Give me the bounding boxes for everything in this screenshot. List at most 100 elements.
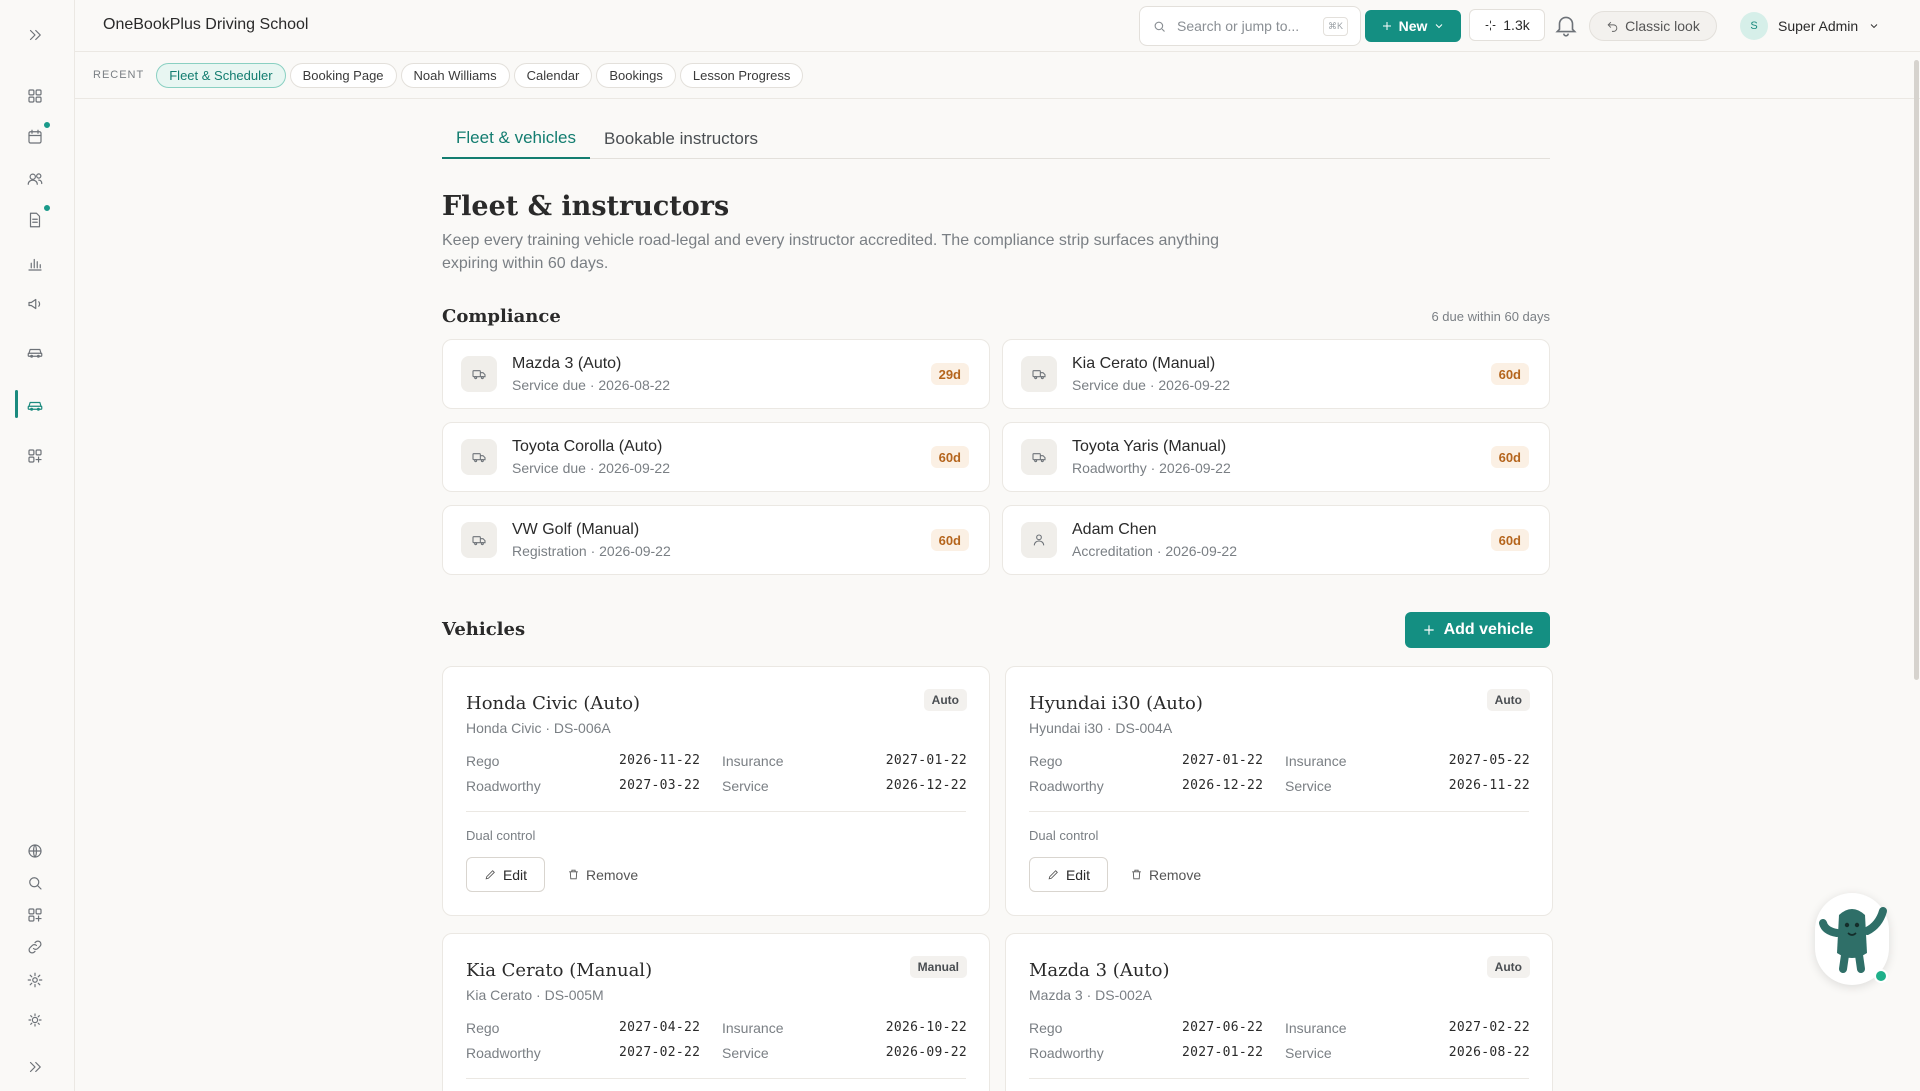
theme-icon[interactable]: [22, 1007, 48, 1033]
page-title: Fleet & instructors: [442, 191, 730, 222]
calendar-icon[interactable]: [22, 121, 51, 150]
insurance-label: Insurance: [1285, 753, 1347, 769]
recent-chip[interactable]: Lesson Progress: [679, 62, 804, 88]
vehicle-feature: Dual control: [1029, 828, 1099, 843]
remove-label: Remove: [586, 866, 639, 883]
rego-label: Rego: [466, 753, 500, 769]
chevron-down-icon: [1870, 24, 1878, 29]
recent-chip[interactable]: Booking Page: [289, 62, 397, 88]
user-name: Super Admin: [1778, 18, 1859, 34]
top-header: OneBookPlus Driving School Search or jum…: [75, 0, 1920, 52]
compliance-name: Toyota Corolla (Auto): [512, 438, 663, 455]
active-indicator: [15, 390, 18, 418]
compliance-card[interactable]: Toyota Yaris (Manual) Roadworthy · 2026-…: [1002, 422, 1550, 492]
edit-button[interactable]: Edit: [1029, 857, 1108, 892]
shortcut-hint: ⌘K: [1322, 17, 1348, 36]
transmission-badge: Auto: [1486, 689, 1530, 711]
scroll-thumb[interactable]: [1914, 60, 1919, 680]
sidebar: [0, 0, 75, 1091]
vehicle-name: Kia Cerato (Manual): [466, 960, 653, 981]
fleet-icon[interactable]: [22, 391, 48, 417]
compliance-sub: Roadworthy · 2026-09-22: [1072, 460, 1231, 476]
apps-icon[interactable]: [22, 902, 48, 928]
service-label: Service: [722, 1045, 769, 1061]
vehicle-name: Mazda 3 (Auto): [1029, 960, 1170, 981]
car-icon[interactable]: [22, 338, 48, 364]
user-menu[interactable]: S Super Admin: [1740, 12, 1880, 40]
insurance-value: 2027-02-22: [1448, 1020, 1530, 1035]
search-icon[interactable]: [22, 870, 48, 896]
insurance-value: 2026-10-22: [885, 1020, 967, 1035]
service-value: 2026-08-22: [1448, 1045, 1530, 1060]
add-vehicle-button[interactable]: Add vehicle: [1405, 612, 1550, 648]
recent-chip[interactable]: Noah Williams: [400, 62, 510, 88]
vehicle-card: Honda Civic (Auto) Honda Civic · DS-006A…: [442, 666, 990, 916]
vehicle-name: Hyundai i30 (Auto): [1029, 693, 1203, 714]
remove-button[interactable]: Remove: [1130, 857, 1201, 892]
credits-button[interactable]: 1.3k: [1469, 9, 1545, 41]
rego-value: 2027-01-22: [1182, 753, 1264, 768]
new-button[interactable]: New: [1365, 10, 1461, 42]
truck-icon: [1021, 356, 1057, 392]
tab-bookable-instructors[interactable]: Bookable instructors: [590, 119, 772, 159]
chevron-down-icon: [1436, 24, 1443, 29]
truck-icon: [461, 522, 497, 558]
recent-chip[interactable]: Fleet & Scheduler: [156, 62, 286, 88]
add-vehicle-label: Add vehicle: [1443, 621, 1534, 638]
settings-icon[interactable]: [22, 967, 48, 993]
service-value: 2026-11-22: [1448, 778, 1530, 793]
roadworthy-label: Roadworthy: [466, 778, 541, 794]
compliance-card[interactable]: Toyota Corolla (Auto) Service due · 2026…: [442, 422, 990, 492]
compliance-card[interactable]: VW Golf (Manual) Registration · 2026-09-…: [442, 505, 990, 575]
users-icon[interactable]: [22, 166, 48, 192]
transmission-badge: Manual: [909, 956, 967, 978]
undo-icon: [1607, 21, 1618, 32]
globe-icon[interactable]: [22, 838, 48, 864]
vehicle-card: Mazda 3 (Auto) Mazda 3 · DS-002A Auto Re…: [1005, 933, 1553, 1091]
recent-chip[interactable]: Calendar: [513, 62, 593, 88]
edit-label: Edit: [502, 866, 528, 883]
classic-look-button[interactable]: Classic look: [1589, 11, 1717, 41]
service-label: Service: [1285, 1045, 1332, 1061]
insurance-value: 2027-05-22: [1448, 753, 1530, 768]
scrollbar[interactable]: [1912, 52, 1920, 1091]
vehicle-model-plate: Honda Civic · DS-006A: [466, 720, 611, 736]
compliance-sub: Service due · 2026-08-22: [512, 377, 670, 393]
megaphone-icon[interactable]: [22, 291, 48, 317]
vehicle-model-plate: Kia Cerato · DS-005M: [466, 987, 604, 1003]
avatar: S: [1740, 12, 1768, 40]
search-placeholder: Search or jump to...: [1177, 18, 1300, 34]
service-label: Service: [722, 778, 769, 794]
chart-icon[interactable]: [22, 251, 48, 277]
compliance-name: Toyota Yaris (Manual): [1072, 438, 1227, 455]
due-badge: 60d: [930, 446, 969, 468]
document-icon[interactable]: [22, 204, 51, 233]
collapse-icon[interactable]: [22, 1054, 48, 1080]
tab-fleet-vehicles[interactable]: Fleet & vehicles: [442, 119, 590, 159]
truck-icon: [461, 356, 497, 392]
due-badge: 60d: [1490, 446, 1529, 468]
search-input[interactable]: Search or jump to... ⌘K: [1139, 6, 1361, 46]
tab-bar: Fleet & vehicles Bookable instructors: [442, 119, 1550, 159]
apps-add-icon[interactable]: [22, 443, 48, 469]
sparkle-icon: [1485, 20, 1496, 30]
due-badge: 60d: [1490, 363, 1529, 385]
rego-label: Rego: [1029, 753, 1063, 769]
edit-button[interactable]: Edit: [466, 857, 545, 892]
bell-icon[interactable]: [1553, 12, 1581, 40]
new-button-label: New: [1398, 18, 1428, 34]
link-icon[interactable]: [22, 934, 48, 960]
expand-icon[interactable]: [22, 22, 48, 48]
plus-icon: [1382, 22, 1391, 30]
insurance-label: Insurance: [722, 1020, 784, 1036]
compliance-card[interactable]: Kia Cerato (Manual) Service due · 2026-0…: [1002, 339, 1550, 409]
compliance-name: VW Golf (Manual): [512, 521, 640, 538]
compliance-card[interactable]: Adam Chen Accreditation · 2026-09-22 60d: [1002, 505, 1550, 575]
dashboard-icon[interactable]: [22, 83, 48, 109]
notification-dot: [43, 204, 51, 212]
remove-button[interactable]: Remove: [567, 857, 638, 892]
recent-chip[interactable]: Bookings: [596, 62, 676, 88]
compliance-card[interactable]: Mazda 3 (Auto) Service due · 2026-08-22 …: [442, 339, 990, 409]
roadworthy-value: 2027-03-22: [619, 778, 701, 793]
rego-value: 2026-11-22: [619, 753, 701, 768]
